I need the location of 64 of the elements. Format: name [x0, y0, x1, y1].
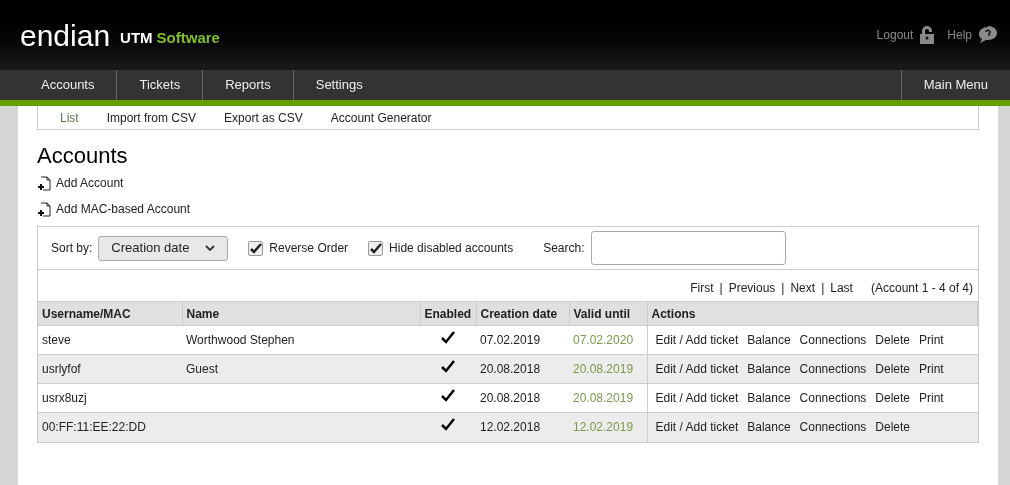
action-link[interactable]: Connections: [799, 389, 867, 407]
lock-icon: [919, 25, 936, 45]
logo: endian: [20, 21, 111, 51]
table-cell: 20.08.2018: [476, 383, 569, 413]
nav-tab[interactable]: Accounts: [0, 70, 117, 100]
pager-summary: (Account 1 - 4 of 4): [870, 280, 973, 297]
action-link[interactable]: Connections: [799, 360, 867, 378]
pager-separator: |: [821, 280, 825, 297]
table-cell: 00:FF:11:EE:22:DD: [38, 412, 182, 442]
search-label: Search:: [543, 240, 585, 257]
add-document-icon: [37, 175, 51, 191]
sort-dropdown[interactable]: Creation date: [98, 235, 229, 261]
action-link[interactable]: Balance: [747, 331, 791, 349]
pager-link[interactable]: Next: [790, 279, 816, 297]
add-account-link[interactable]: Add MAC-based Account: [37, 201, 979, 217]
help-icon: [978, 26, 998, 44]
logout-link[interactable]: Logout: [876, 25, 936, 45]
action-link[interactable]: Edit / Add ticket: [655, 331, 739, 349]
table-cell: 12.02.2018: [476, 412, 569, 442]
action-link[interactable]: Print: [919, 331, 944, 349]
pager-link[interactable]: Last: [830, 279, 853, 297]
action-link[interactable]: Print: [919, 360, 944, 378]
product-name: UTM: [120, 27, 153, 48]
action-link[interactable]: Edit / Add ticket: [655, 418, 739, 437]
page-title: Accounts: [37, 142, 129, 170]
table-cell: Guest: [186, 362, 218, 376]
subnav-tab[interactable]: Account Generator: [330, 108, 432, 127]
action-link[interactable]: Connections: [799, 331, 867, 349]
search-field[interactable]: [590, 231, 786, 265]
product-suffix: Software: [156, 27, 220, 48]
action-link[interactable]: Delete: [875, 360, 910, 378]
pager-link[interactable]: First: [690, 279, 714, 297]
action-link[interactable]: Print: [919, 389, 944, 407]
action-link[interactable]: Delete: [875, 331, 910, 349]
sort-label: Sort by:: [51, 240, 93, 257]
action-link[interactable]: Edit / Add ticket: [655, 389, 739, 407]
table-cell: 12.02.2019: [569, 412, 647, 442]
action-link[interactable]: Balance: [747, 418, 791, 437]
action-link[interactable]: Delete: [875, 418, 910, 437]
subnav-tab[interactable]: Export as CSV: [224, 108, 303, 127]
table-cell: 20.08.2018: [476, 354, 569, 384]
pager-separator: |: [781, 280, 785, 297]
table-cell: steve: [38, 325, 182, 355]
checkbox[interactable]: [368, 240, 384, 256]
table-cell: Worthwood Stephen: [186, 333, 295, 347]
table-cell: usrx8uzj: [38, 383, 182, 413]
add-account-link[interactable]: Add Account: [37, 175, 979, 191]
action-link[interactable]: Edit / Add ticket: [655, 360, 739, 378]
chevron-down-icon: [205, 245, 216, 251]
subnav-tab[interactable]: List: [60, 108, 79, 127]
checkbox-label: Hide disabled accounts: [389, 240, 514, 257]
add-document-icon: [37, 201, 51, 217]
checkbox-label: Reverse Order: [269, 240, 349, 257]
checkbox[interactable]: [248, 240, 264, 256]
table-cell: usrlyfof: [38, 354, 182, 384]
pager-link[interactable]: Previous: [728, 279, 776, 297]
subnav-tab[interactable]: Import from CSV: [106, 108, 197, 127]
action-link[interactable]: Connections: [799, 418, 867, 437]
table-cell: 07.02.2019: [476, 325, 569, 355]
pager-separator: |: [719, 280, 723, 297]
action-link[interactable]: Balance: [747, 360, 791, 378]
action-link[interactable]: Delete: [875, 389, 910, 407]
help-link[interactable]: Help: [947, 26, 998, 44]
action-link[interactable]: Balance: [747, 389, 791, 407]
